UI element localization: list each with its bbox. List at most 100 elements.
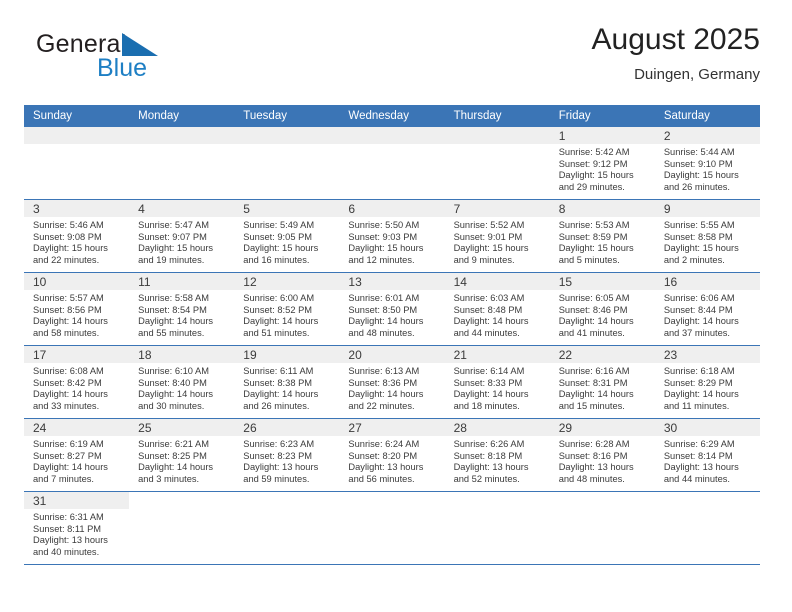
calendar-cell[interactable]: 23 Sunrise: 6:18 AM Sunset: 8:29 PM Dayligh… [654,345,760,419]
day-daylight-text: and 56 minutes. [348,473,415,484]
calendar-cell[interactable]: 1 Sunrise: 5:42 AM Sunset: 9:12 PM Daylight… [549,127,655,200]
calendar-cell[interactable]: 11 Sunrise: 5:58 AM Sunset: 8:54 PM Dayligh… [129,272,235,346]
calendar-cell[interactable]: 20 Sunrise: 6:13 AM Sunset: 8:36 PM Dayligh… [339,345,445,419]
calendar-cell[interactable]: 4 Sunrise: 5:47 AM Sunset: 9:07 PM Daylight… [129,199,235,273]
day-cell-2[interactable]: 2 Sunrise: 5:44 AM Sunset: 9:10 PM Daylight… [654,127,760,199]
calendar-cell[interactable] [339,127,445,200]
day-cell-16[interactable]: 16 Sunrise: 6:06 AM Sunset: 8:44 PM Dayligh… [654,273,760,345]
calendar-cell[interactable]: 2 Sunrise: 5:44 AM Sunset: 9:10 PM Daylight… [654,127,760,200]
calendar-cell[interactable]: 3 Sunrise: 5:46 AM Sunset: 9:08 PM Daylight… [24,199,130,273]
day-cell-28[interactable]: 28 Sunrise: 6:26 AM Sunset: 8:18 PM Dayligh… [444,419,550,491]
day-number: 10 [24,273,130,290]
day-sunset-text: Sunset: 8:54 PM [138,304,207,315]
calendar-cell[interactable] [129,127,235,200]
day-cell-26[interactable]: 26 Sunrise: 6:23 AM Sunset: 8:23 PM Dayligh… [234,419,340,491]
calendar-cell[interactable]: 9 Sunrise: 5:55 AM Sunset: 8:58 PM Daylight… [654,199,760,273]
calendar-cell[interactable]: 16 Sunrise: 6:06 AM Sunset: 8:44 PM Dayligh… [654,272,760,346]
calendar-cell[interactable]: 31 Sunrise: 6:31 AM Sunset: 8:11 PM Dayligh… [24,491,130,565]
day-cell-empty[interactable] [234,127,340,199]
day-daylight-text: Daylight: 15 hours [138,243,214,254]
day-daylight-text: and 22 minutes. [33,254,100,265]
day-cell-20[interactable]: 20 Sunrise: 6:13 AM Sunset: 8:36 PM Dayligh… [339,346,445,418]
day-cell-22[interactable]: 22 Sunrise: 6:16 AM Sunset: 8:31 PM Dayligh… [549,346,655,418]
calendar-cell[interactable]: 8 Sunrise: 5:53 AM Sunset: 8:59 PM Daylight… [549,199,655,273]
calendar-cell[interactable]: 12 Sunrise: 6:00 AM Sunset: 8:52 PM Dayligh… [234,272,340,346]
calendar-cell[interactable]: 27 Sunrise: 6:24 AM Sunset: 8:20 PM Dayligh… [339,418,445,492]
day-cell-23[interactable]: 23 Sunrise: 6:18 AM Sunset: 8:29 PM Dayligh… [654,346,760,418]
calendar-cell[interactable]: 10 Sunrise: 5:57 AM Sunset: 8:56 PM Dayligh… [24,272,130,346]
day-cell-empty[interactable] [444,127,550,199]
day-cell-empty[interactable] [654,492,760,564]
general-blue-logo[interactable]: General Blue [36,30,216,92]
day-cell-empty[interactable] [549,492,655,564]
day-cell-empty[interactable] [339,492,445,564]
day-cell-empty[interactable] [444,492,550,564]
day-cell-9[interactable]: 9 Sunrise: 5:55 AM Sunset: 8:58 PM Daylight… [654,200,760,272]
day-cell-25[interactable]: 25 Sunrise: 6:21 AM Sunset: 8:25 PM Dayligh… [129,419,235,491]
day-cell-18[interactable]: 18 Sunrise: 6:10 AM Sunset: 8:40 PM Dayligh… [129,346,235,418]
calendar-cell[interactable]: 14 Sunrise: 6:03 AM Sunset: 8:48 PM Dayligh… [444,272,550,346]
title-block: August 2025 Duingen, Germany [340,22,760,86]
calendar-cell[interactable]: 7 Sunrise: 5:52 AM Sunset: 9:01 PM Daylight… [444,199,550,273]
day-cell-1[interactable]: 1 Sunrise: 5:42 AM Sunset: 9:12 PM Daylight… [549,127,655,199]
calendar-cell[interactable]: 18 Sunrise: 6:10 AM Sunset: 8:40 PM Dayligh… [129,345,235,419]
calendar-cell[interactable]: 29 Sunrise: 6:28 AM Sunset: 8:16 PM Dayligh… [549,418,655,492]
dow-header-monday: Monday [129,105,235,127]
day-cell-3[interactable]: 3 Sunrise: 5:46 AM Sunset: 9:08 PM Daylight… [24,200,130,272]
day-cell-21[interactable]: 21 Sunrise: 6:14 AM Sunset: 8:33 PM Dayligh… [444,346,550,418]
day-cell-empty[interactable] [234,492,340,564]
calendar-cell[interactable]: 24 Sunrise: 6:19 AM Sunset: 8:27 PM Dayligh… [24,418,130,492]
day-cell-19[interactable]: 19 Sunrise: 6:11 AM Sunset: 8:38 PM Dayligh… [234,346,340,418]
calendar-cell[interactable]: 15 Sunrise: 6:05 AM Sunset: 8:46 PM Dayligh… [549,272,655,346]
calendar-cell[interactable] [549,491,655,565]
day-cell-29[interactable]: 29 Sunrise: 6:28 AM Sunset: 8:16 PM Dayligh… [549,419,655,491]
day-cell-14[interactable]: 14 Sunrise: 6:03 AM Sunset: 8:48 PM Dayligh… [444,273,550,345]
day-cell-24[interactable]: 24 Sunrise: 6:19 AM Sunset: 8:27 PM Dayligh… [24,419,130,491]
calendar-cell[interactable]: 30 Sunrise: 6:29 AM Sunset: 8:14 PM Dayligh… [654,418,760,492]
day-cell-13[interactable]: 13 Sunrise: 6:01 AM Sunset: 8:50 PM Dayligh… [339,273,445,345]
calendar-cell[interactable] [654,491,760,565]
calendar-cell[interactable]: 21 Sunrise: 6:14 AM Sunset: 8:33 PM Dayligh… [444,345,550,419]
day-cell-empty[interactable] [339,127,445,199]
calendar-cell[interactable]: 19 Sunrise: 6:11 AM Sunset: 8:38 PM Dayligh… [234,345,340,419]
day-cell-5[interactable]: 5 Sunrise: 5:49 AM Sunset: 9:05 PM Daylight… [234,200,340,272]
day-cell-empty[interactable] [129,127,235,199]
calendar-cell[interactable]: 26 Sunrise: 6:23 AM Sunset: 8:23 PM Dayligh… [234,418,340,492]
day-cell-empty[interactable] [24,127,130,199]
calendar-cell[interactable]: 25 Sunrise: 6:21 AM Sunset: 8:25 PM Dayligh… [129,418,235,492]
day-number [234,127,340,144]
day-cell-6[interactable]: 6 Sunrise: 5:50 AM Sunset: 9:03 PM Daylight… [339,200,445,272]
calendar-cell[interactable] [234,491,340,565]
calendar-cell[interactable]: 5 Sunrise: 5:49 AM Sunset: 9:05 PM Daylight… [234,199,340,273]
day-cell-4[interactable]: 4 Sunrise: 5:47 AM Sunset: 9:07 PM Daylight… [129,200,235,272]
calendar-cell[interactable]: 22 Sunrise: 6:16 AM Sunset: 8:31 PM Dayligh… [549,345,655,419]
day-details: Sunrise: 5:50 AM Sunset: 9:03 PM Daylight:… [339,217,444,266]
calendar-cell[interactable] [129,491,235,565]
day-cell-17[interactable]: 17 Sunrise: 6:08 AM Sunset: 8:42 PM Dayligh… [24,346,130,418]
day-number [549,492,655,509]
calendar-cell[interactable] [24,127,130,200]
calendar-cell[interactable]: 13 Sunrise: 6:01 AM Sunset: 8:50 PM Dayligh… [339,272,445,346]
calendar-cell[interactable] [234,127,340,200]
calendar-cell[interactable]: 17 Sunrise: 6:08 AM Sunset: 8:42 PM Dayligh… [24,345,130,419]
day-cell-31[interactable]: 31 Sunrise: 6:31 AM Sunset: 8:11 PM Dayligh… [24,492,130,564]
calendar-cell[interactable]: 28 Sunrise: 6:26 AM Sunset: 8:18 PM Dayligh… [444,418,550,492]
day-cell-8[interactable]: 8 Sunrise: 5:53 AM Sunset: 8:59 PM Daylight… [549,200,655,272]
day-daylight-text: Daylight: 15 hours [243,243,319,254]
day-cell-30[interactable]: 30 Sunrise: 6:29 AM Sunset: 8:14 PM Dayligh… [654,419,760,491]
calendar-cell[interactable] [339,491,445,565]
calendar-cell[interactable] [444,491,550,565]
calendar-cell[interactable] [444,127,550,200]
day-details: Sunrise: 6:08 AM Sunset: 8:42 PM Daylight:… [24,363,129,412]
day-cell-11[interactable]: 11 Sunrise: 5:58 AM Sunset: 8:54 PM Dayligh… [129,273,235,345]
day-cell-empty[interactable] [129,492,235,564]
day-cell-15[interactable]: 15 Sunrise: 6:05 AM Sunset: 8:46 PM Dayligh… [549,273,655,345]
day-daylight-text: Daylight: 14 hours [348,316,424,327]
day-daylight-text: Daylight: 14 hours [33,389,108,400]
day-cell-7[interactable]: 7 Sunrise: 5:52 AM Sunset: 9:01 PM Daylight… [444,200,550,272]
day-details: Sunrise: 6:29 AM Sunset: 8:14 PM Daylight:… [655,436,760,485]
day-cell-12[interactable]: 12 Sunrise: 6:00 AM Sunset: 8:52 PM Dayligh… [234,273,340,345]
day-cell-27[interactable]: 27 Sunrise: 6:24 AM Sunset: 8:20 PM Dayligh… [339,419,445,491]
calendar-cell[interactable]: 6 Sunrise: 5:50 AM Sunset: 9:03 PM Daylight… [339,199,445,273]
day-cell-10[interactable]: 10 Sunrise: 5:57 AM Sunset: 8:56 PM Dayligh… [24,273,130,345]
